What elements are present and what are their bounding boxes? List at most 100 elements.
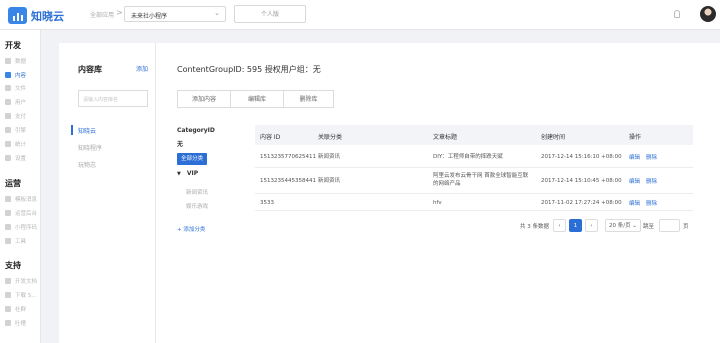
edit-library-button[interactable]: 编辑库 [230, 90, 284, 108]
top-bar: 知晓云 全部应用 > 未来社小程序 ⌄ 个人版 [0, 0, 720, 30]
sidebar-item-download[interactable]: 下载 S... [5, 290, 41, 302]
feedback-icon [5, 320, 11, 326]
doc-icon [5, 278, 11, 284]
chevron-down-icon: ⌄ [632, 223, 637, 229]
delete-link[interactable]: 删除 [646, 153, 657, 161]
th-actions: 操作 [629, 134, 642, 141]
edit-link[interactable]: 编辑 [629, 153, 640, 161]
add-content-button[interactable]: 添加内容 [177, 90, 231, 108]
category-entertainment[interactable]: 娱乐游戏 [186, 202, 208, 210]
sidebar-item-file[interactable]: 文件 [5, 83, 41, 95]
cell-id: 1513235770625411 [260, 154, 316, 160]
library-item-zhixiaoyun[interactable]: 知晓云 [78, 126, 96, 135]
sidebar-item-payment[interactable]: 支付 [5, 111, 41, 123]
table-row: 1513235445358441 新闻资讯 阿里云发布云骨干网 首款全球智能互联… [255, 168, 693, 194]
bell-icon[interactable] [674, 10, 680, 18]
sidebar-section-dev: 开发 [5, 41, 21, 50]
cell-title: hfv [433, 200, 442, 206]
category-vip[interactable]: ▼ VIP [177, 170, 198, 177]
message-icon [5, 196, 11, 202]
pagination-total: 共 3 条数据 [520, 224, 549, 230]
payment-icon [5, 113, 11, 119]
app-name[interactable]: 知晓云 [31, 8, 64, 24]
breadcrumb-separator: > [116, 8, 123, 17]
jump-page-input[interactable] [659, 219, 680, 232]
page-1-button[interactable]: 1 [569, 219, 582, 232]
zhixiaoyun-logo-icon[interactable] [8, 7, 27, 24]
sidebar-item-user[interactable]: 用户 [5, 97, 41, 109]
cell-created: 2017-11-02 17:27:24 +08:00 [541, 200, 622, 206]
cell-category: 新闻资讯 [318, 154, 341, 160]
delete-link[interactable]: 删除 [646, 199, 657, 207]
community-icon [5, 306, 11, 312]
caret-down-icon: ▼ [177, 171, 181, 177]
delete-link[interactable]: 删除 [646, 177, 657, 185]
sidebar-item-ops-admin[interactable]: 运营后台 [5, 208, 41, 220]
table-row: 1513235770625411 新闻资讯 DIY：工程师自带的摔跌天赋 201… [255, 145, 693, 168]
cell-created: 2017-12-14 15:10:45 +08:00 [541, 178, 622, 184]
sidebar-item-settings[interactable]: 设置 [5, 153, 41, 165]
sidebar-item-qrcode[interactable]: 小程序码 [5, 222, 41, 234]
content-icon [5, 72, 11, 78]
gear-icon [5, 155, 11, 161]
cell-title: DIY：工程师自带的摔跌天赋 [433, 154, 503, 160]
breadcrumb-all-apps[interactable]: 全部应用 [90, 10, 114, 19]
app-selector-value: 未来社小程序 [131, 13, 168, 20]
th-content-id: 内容 ID [260, 134, 281, 141]
sidebar-item-stats[interactable]: 统计 [5, 139, 41, 151]
table-header: 内容 ID 关联分类 文章标题 创建时间 操作 [255, 125, 693, 145]
edition-button[interactable]: 个人版 [234, 5, 306, 23]
next-page-button[interactable]: › [585, 219, 598, 232]
category-id-label: CategoryID [177, 127, 215, 134]
content-group-heading: ContentGroupID: 595 授权用户组：无 [177, 65, 321, 74]
sidebar-item-feedback[interactable]: 吐槽 [5, 318, 41, 330]
sidebar-item-community[interactable]: 社群 [5, 304, 41, 316]
chevron-down-icon: ⌄ [214, 9, 220, 17]
sidebar-item-tools[interactable]: 工具 [5, 236, 41, 248]
library-title: 内容库 [78, 65, 102, 74]
th-category: 关联分类 [318, 134, 343, 141]
cell-id: 3533 [260, 200, 274, 206]
sidebar-item-dev-docs[interactable]: 开发文档 [5, 276, 41, 288]
avatar[interactable] [700, 6, 716, 22]
th-created: 创建时间 [541, 134, 566, 141]
add-library-button[interactable]: 添加 [136, 64, 148, 73]
sidebar-item-template-msg[interactable]: 模板消息 [5, 194, 41, 206]
edit-link[interactable]: 编辑 [629, 199, 640, 207]
category-all-button[interactable]: 全部分类 [177, 153, 207, 165]
sidebar-item-engine[interactable]: 引擎 [5, 125, 41, 137]
download-icon [5, 292, 11, 298]
category-id-value: 无 [177, 141, 184, 148]
user-icon [5, 99, 11, 105]
cell-category: 新闻资讯 [318, 178, 341, 184]
app-selector[interactable]: 未来社小程序 ⌄ [124, 6, 226, 22]
cell-id: 1513235445358441 [260, 178, 316, 184]
sidebar-item-content[interactable]: 内容 [5, 70, 41, 82]
sidebar-item-data[interactable]: 数据 [5, 56, 41, 68]
edit-link[interactable]: 编辑 [629, 177, 640, 185]
cell-created: 2017-12-14 15:16:10 +08:00 [541, 154, 622, 160]
prev-page-button[interactable]: ‹ [553, 219, 566, 232]
content-library-panel: 内容库 添加 请输入内容库名 知晓云 知晓程序 玩物志 [59, 43, 156, 343]
add-category-button[interactable]: + 添加分类 [177, 225, 205, 233]
cell-title: 阿里云发布云骨干网 首款全球智能互联的网络产品 [433, 173, 529, 187]
page-size-select[interactable]: 20 条/页 ⌄ [605, 219, 641, 232]
stats-icon [5, 141, 11, 147]
database-icon [5, 58, 11, 64]
sidebar-section-ops: 运营 [5, 179, 21, 188]
table-row: 3533 hfv 2017-11-02 17:27:24 +08:00 编辑 删… [255, 194, 693, 211]
engine-icon [5, 127, 11, 133]
category-news[interactable]: 新闻资讯 [186, 188, 208, 196]
tool-icon [5, 238, 11, 244]
library-search-input[interactable]: 请输入内容库名 [78, 90, 148, 107]
library-item-wanwuzhi[interactable]: 玩物志 [78, 160, 96, 169]
sidebar: 开发 数据 内容 文件 用户 支付 引擎 统计 设置 运营 模板消息 运营后台 … [0, 30, 41, 343]
delete-library-button[interactable]: 删除库 [283, 90, 334, 108]
library-item-zhixiaochengxu[interactable]: 知晓程序 [78, 143, 102, 152]
active-indicator [71, 125, 73, 135]
qrcode-icon [5, 224, 11, 230]
jump-label: 跳至 [643, 224, 655, 230]
th-title: 文章标题 [433, 134, 458, 141]
file-icon [5, 85, 11, 91]
sidebar-section-support: 支持 [5, 261, 21, 270]
